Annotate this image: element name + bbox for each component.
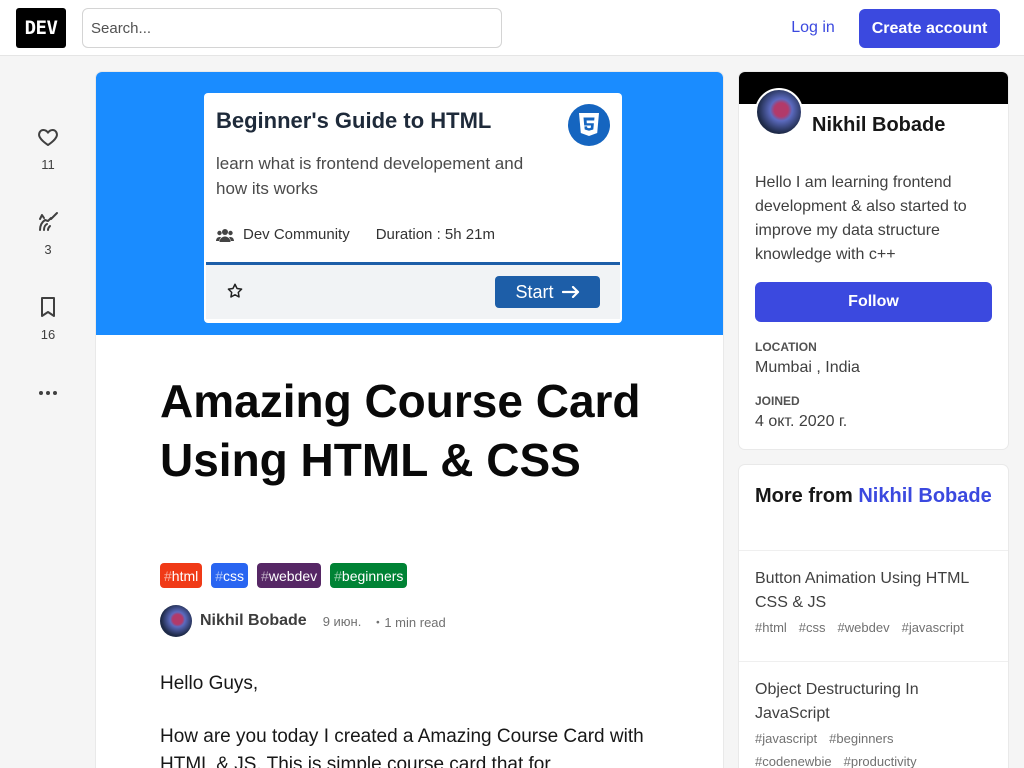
author-sidebar-card: Nikhil Bobade Hello I am learning fronte… — [739, 72, 1008, 449]
author-name-link[interactable]: Nikhil Bobade — [200, 612, 307, 630]
course-card-start-label: Start — [515, 281, 554, 302]
follow-button[interactable]: Follow — [755, 282, 992, 322]
bookmark-count: 16 — [40, 327, 56, 342]
tag-list: # html # css # webdev # beginners — [160, 563, 408, 588]
star-icon — [227, 283, 243, 298]
dev-logo[interactable]: DEV — [16, 8, 66, 48]
more-item-title[interactable]: Object Destructuring In JavaScript — [755, 678, 992, 726]
more-item-tag[interactable]: #beginners — [829, 731, 893, 746]
more-item-tags: #javascript #beginners — [755, 731, 992, 746]
more-from-item[interactable]: Object Destructuring In JavaScript #java… — [739, 661, 1008, 768]
login-link[interactable]: Log in — [776, 8, 850, 48]
users-icon — [216, 228, 234, 242]
search-input[interactable] — [82, 8, 502, 48]
more-item-tag[interactable]: #css — [799, 620, 826, 635]
top-header: DEV Log in Create account — [0, 0, 1024, 56]
location-label: LOCATION — [755, 340, 817, 354]
ellipsis-icon — [39, 391, 57, 395]
bookmark-button[interactable]: 16 — [24, 295, 72, 342]
create-account-button[interactable]: Create account — [859, 9, 1000, 48]
more-item-tag[interactable]: #html — [755, 620, 787, 635]
more-from-item[interactable]: Button Animation Using HTML CSS & JS #ht… — [739, 550, 1008, 651]
tag-webdev[interactable]: # webdev — [257, 563, 322, 588]
tag-beginners[interactable]: # beginners — [330, 563, 408, 588]
sidebar-author-name[interactable]: Nikhil Bobade — [812, 114, 945, 137]
more-item-tag[interactable]: #javascript — [755, 731, 817, 746]
course-card-footer: Start — [206, 265, 620, 319]
heart-icon — [38, 129, 58, 146]
article-author-row: Nikhil Bobade 9 июн. ・1 min read — [160, 605, 446, 637]
course-card-meta: Dev Community Duration : 5h 21m — [216, 226, 495, 243]
course-card-title: Beginner's Guide to HTML — [216, 108, 492, 133]
more-from-card: More from Nikhil Bobade Button Animation… — [739, 465, 1008, 768]
course-card-description: learn what is frontend developement and … — [216, 154, 524, 198]
arrow-right-icon — [561, 286, 579, 298]
more-item-tag[interactable]: #javascript — [902, 620, 964, 635]
read-time: ・1 min read — [371, 614, 446, 630]
more-item-tags: #codenewbie #productivity — [755, 754, 992, 768]
sidebar-author-avatar[interactable] — [755, 88, 803, 136]
more-item-title[interactable]: Button Animation Using HTML CSS & JS — [755, 567, 992, 615]
article-paragraph: Hello Guys, — [160, 673, 259, 694]
post-date: 9 июн. — [322, 613, 362, 629]
more-item-tag[interactable]: #webdev — [838, 620, 890, 635]
article-card: Beginner's Guide to HTML learn what is f… — [96, 72, 723, 768]
tag-html[interactable]: # html — [160, 563, 203, 588]
joined-value: 4 окт. 2020 г. — [755, 413, 848, 430]
cover-image: Beginner's Guide to HTML learn what is f… — [96, 72, 723, 335]
bookmark-icon — [41, 297, 55, 317]
more-item-tags: #html #css #webdev #javascript — [755, 620, 992, 635]
more-options-button[interactable] — [24, 381, 72, 405]
author-avatar[interactable] — [160, 605, 192, 637]
article-title: Amazing Course Card Using HTML & CSS — [160, 375, 641, 486]
course-card-start-button: Start — [495, 276, 600, 308]
unicorn-count: 3 — [44, 242, 52, 257]
more-item-tag[interactable]: #codenewbie — [755, 754, 832, 768]
joined-label: JOINED — [755, 394, 800, 408]
like-count: 11 — [41, 157, 55, 172]
unicorn-button[interactable]: 3 — [24, 210, 72, 257]
article-paragraph: How are you today I created a Amazing Co… — [160, 726, 644, 768]
more-item-tag[interactable]: #productivity — [844, 754, 917, 768]
unicorn-icon — [39, 212, 58, 231]
author-bio: Hello I am learning frontend development… — [755, 174, 967, 263]
course-card-duration: Duration : 5h 21m — [375, 226, 495, 243]
more-from-author-link[interactable]: Nikhil Bobade — [858, 485, 991, 507]
course-card-community: Dev Community — [243, 226, 350, 243]
course-card-preview: Beginner's Guide to HTML learn what is f… — [204, 93, 622, 323]
more-from-heading: More from Nikhil Bobade — [755, 485, 992, 507]
like-button[interactable]: 11 — [24, 125, 72, 172]
tag-css[interactable]: # css — [211, 563, 249, 588]
location-value: Mumbai , India — [755, 359, 860, 376]
html5-logo-icon — [568, 104, 610, 146]
